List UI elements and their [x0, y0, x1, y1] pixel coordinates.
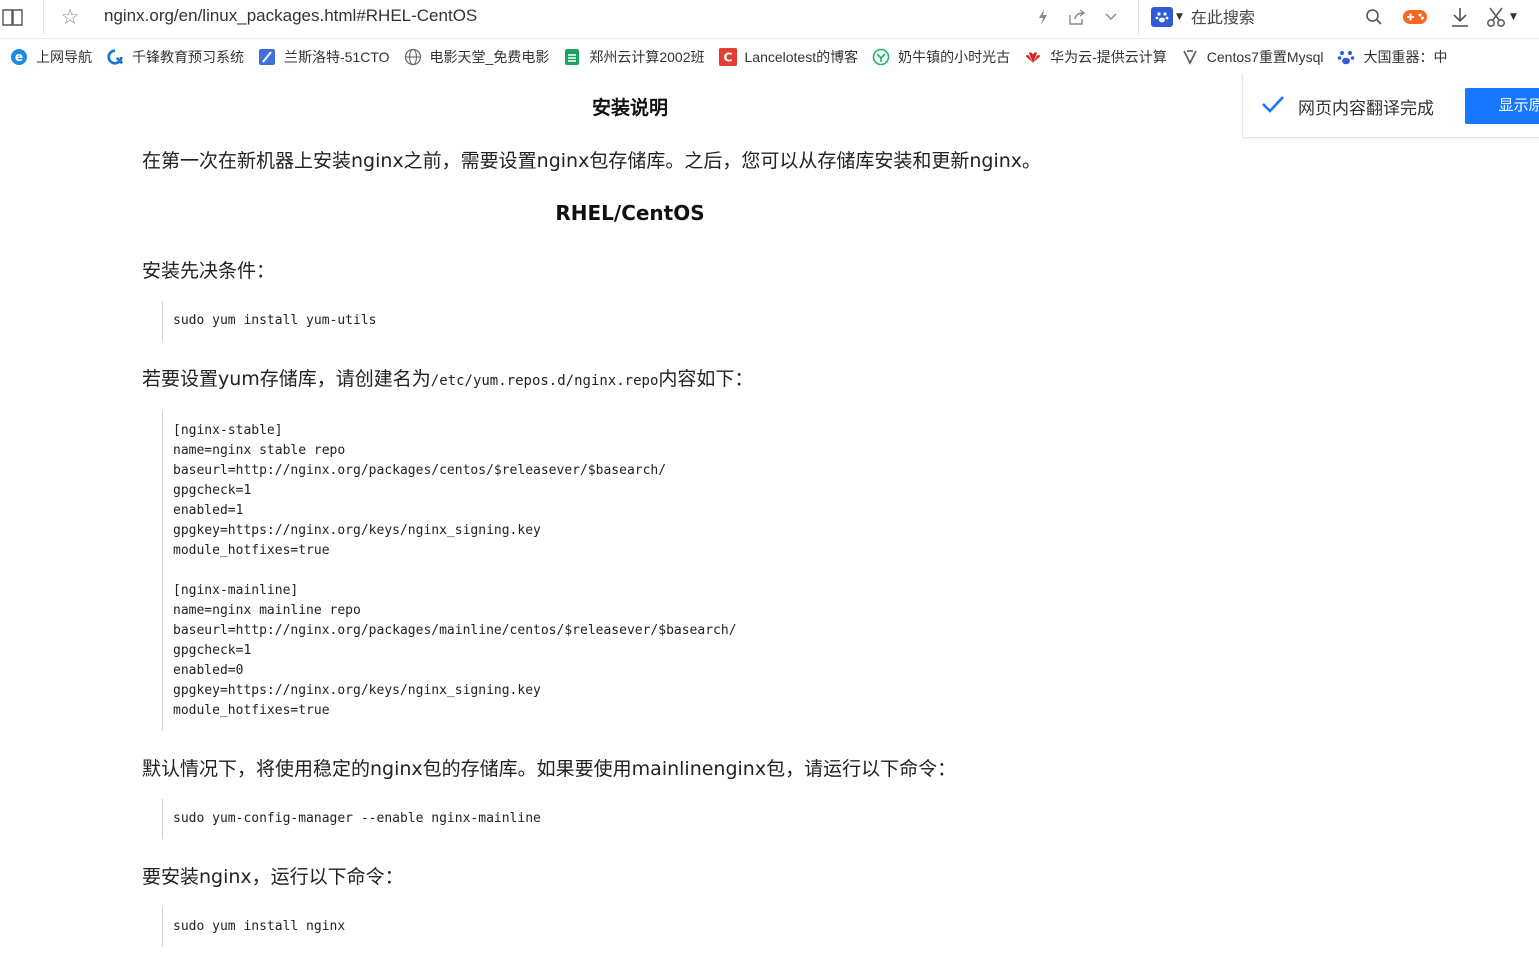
- lightning-icon[interactable]: [1030, 8, 1056, 26]
- repo-config-block: [nginx-stable] name=nginx stable repo ba…: [162, 411, 737, 731]
- url-text[interactable]: nginx.org/en/linux_packages.html#RHEL-Ce…: [104, 0, 477, 32]
- ie-icon: e: [10, 48, 28, 66]
- intro-paragraph: 在第一次在新机器上安装nginx之前，需要设置nginx包存储库。之后，您可以从…: [142, 150, 1042, 172]
- bookmark-item[interactable]: 千锋教育预习系统: [106, 39, 244, 74]
- bookmark-item[interactable]: 兰斯洛特-51CTO: [258, 39, 390, 74]
- bookmark-star-icon[interactable]: ☆: [50, 0, 90, 34]
- search-icon[interactable]: [1365, 8, 1383, 26]
- game-controller-icon[interactable]: [1392, 8, 1438, 26]
- section-heading: RHEL/CentOS: [555, 201, 705, 225]
- engine-dropdown-icon[interactable]: ▼: [1176, 12, 1183, 22]
- search-box[interactable]: ▼: [1138, 0, 1392, 34]
- repo-intro-tail: 内容如下：: [658, 368, 754, 390]
- address-bar: ☆ nginx.org/en/linux_packages.html#RHEL-…: [0, 0, 1539, 34]
- page-title: 安装说明: [591, 97, 668, 119]
- bookmark-item[interactable]: 奶牛镇的小时光古: [872, 39, 1010, 74]
- csdn-icon: C: [718, 47, 737, 66]
- download-icon[interactable]: [1438, 6, 1482, 28]
- blog-pen-icon: [258, 48, 276, 66]
- scissors-icon[interactable]: [1482, 6, 1510, 28]
- baidu-paw-icon: [1337, 48, 1355, 66]
- mainline-command: sudo yum-config-manager --enable nginx-m…: [162, 799, 541, 839]
- svg-text:C: C: [723, 49, 732, 64]
- repo-path: /etc/yum.repos.d/nginx.repo: [430, 373, 659, 389]
- bookmark-link-icon: [1181, 48, 1199, 66]
- toolbar-right: ▼: [1392, 0, 1517, 34]
- address-actions: [1030, 0, 1124, 34]
- share-icon[interactable]: [1056, 9, 1098, 25]
- prereq-command: sudo yum install yum-utils: [162, 301, 377, 341]
- bookmark-item[interactable]: e 上网导航: [10, 39, 92, 74]
- qianfeng-icon: [106, 48, 124, 66]
- bookmark-item[interactable]: 大国重器：中: [1337, 39, 1447, 74]
- huawei-icon: [1024, 48, 1042, 66]
- scissors-dropdown-icon[interactable]: ▼: [1510, 12, 1517, 22]
- bookmark-item[interactable]: Centos7重置Mysql: [1181, 39, 1323, 74]
- globe-icon: [404, 48, 422, 66]
- bookmarks-bar: e 上网导航 千锋教育预习系统 兰斯洛特-51CTO 电影天堂_免费电影 郑州云…: [0, 38, 1539, 74]
- mainline-note: 默认情况下，将使用稳定的nginx包的存储库。如果要使用mainlinengin…: [142, 758, 957, 780]
- bookmark-item[interactable]: 电影天堂_免费电影: [404, 39, 549, 74]
- svg-text:e: e: [15, 50, 23, 64]
- page-content: 安装说明 在第一次在新机器上安装nginx之前，需要设置nginx包存储库。之后…: [0, 74, 1539, 964]
- translate-toast: 网页内容翻译完成 显示原: [1242, 74, 1539, 138]
- install-label: 要安装nginx，运行以下命令：: [142, 866, 404, 888]
- bookmark-item[interactable]: C Lancelotest的博客: [718, 39, 858, 74]
- show-original-button[interactable]: 显示原: [1465, 88, 1539, 124]
- install-command: sudo yum install nginx: [162, 907, 345, 947]
- bookmark-item[interactable]: 华为云-提供云计算: [1024, 39, 1167, 74]
- checkmark-icon: [1261, 94, 1285, 118]
- repo-intro-text: 若要设置yum存储库，请创建名为: [142, 368, 431, 390]
- clover-icon: [872, 48, 890, 66]
- toast-message: 网页内容翻译完成: [1298, 99, 1434, 119]
- reading-mode-button[interactable]: [0, 0, 44, 34]
- search-input[interactable]: [1190, 7, 1351, 27]
- sheet-icon: [563, 48, 581, 66]
- bookmark-item[interactable]: 郑州云计算2002班: [563, 39, 705, 74]
- chevron-down-icon[interactable]: [1098, 12, 1124, 22]
- repo-instructions: 若要设置yum存储库，请创建名为/etc/yum.repos.d/nginx.r…: [142, 364, 753, 391]
- book-icon: [2, 7, 24, 27]
- prereq-label: 安装先决条件：: [142, 260, 276, 282]
- baidu-paw-icon[interactable]: [1151, 7, 1173, 27]
